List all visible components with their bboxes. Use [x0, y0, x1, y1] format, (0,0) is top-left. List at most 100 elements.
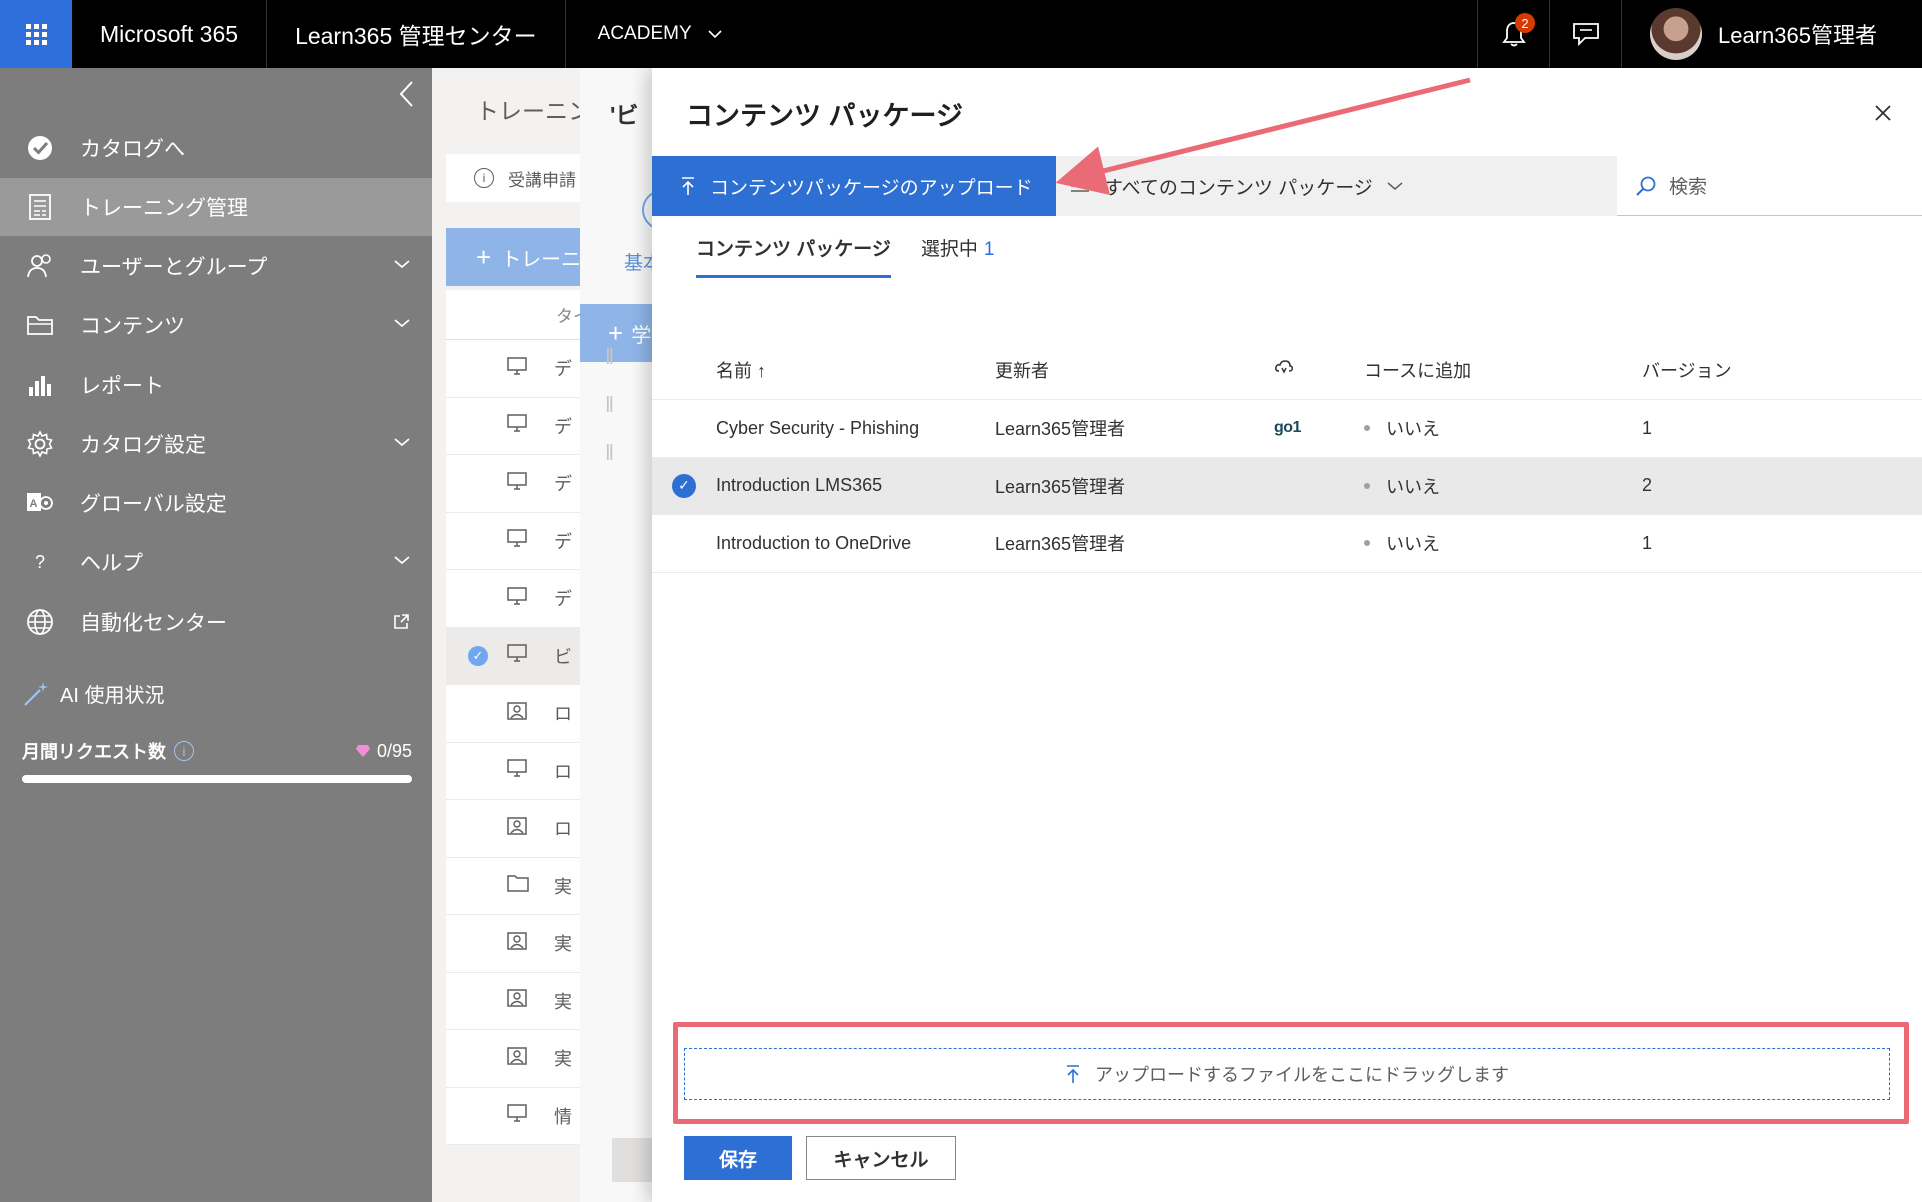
sidebar-item-help[interactable]: ? ヘルプ — [0, 533, 432, 591]
cloud-sync-icon — [1275, 360, 1293, 374]
sidebar-item-label: カタログ設定 — [80, 434, 206, 457]
ai-usage-title: AI 使用状況 — [22, 679, 164, 708]
app-launcher-button[interactable] — [0, 0, 72, 68]
drag-handle-icon[interactable]: ‖ — [605, 344, 614, 370]
chevron-down-icon — [394, 319, 410, 328]
user-menu[interactable]: Learn365管理者 — [1621, 0, 1922, 68]
package-name: Introduction to OneDrive — [716, 532, 912, 553]
sidebar-item-automation-center[interactable]: 自動化センター — [0, 593, 432, 651]
tab-content-packages[interactable]: コンテンツ パッケージ — [696, 234, 891, 278]
upload-button-label: コンテンツパッケージのアップロード — [710, 177, 1033, 199]
sidebar-item-users[interactable]: ユーザーとグループ — [0, 237, 432, 295]
list-item-title: 実 — [554, 934, 572, 955]
sidebar-item-label: レポート — [80, 375, 164, 398]
sidebar-item-label: グローバル設定 — [80, 493, 227, 516]
status-icon — [642, 190, 652, 230]
sidebar-item-training[interactable]: トレーニング管理 — [0, 178, 432, 236]
user-name: Learn365管理者 — [1718, 23, 1877, 48]
search-icon — [1636, 176, 1656, 196]
svg-text:A: A — [30, 498, 38, 510]
global-settings-icon: A — [27, 493, 53, 511]
status-dot-icon — [1364, 425, 1370, 432]
selected-count: 1 — [983, 239, 995, 260]
tab-label: 選択中 — [920, 239, 978, 260]
list-item-title: 実 — [554, 1049, 572, 1070]
document-list-icon — [29, 194, 51, 220]
chevron-down-icon — [394, 438, 410, 447]
close-icon — [1875, 105, 1891, 121]
package-updated-by: Learn365管理者 — [995, 476, 1126, 497]
save-button[interactable]: 保存 — [684, 1136, 792, 1180]
upload-content-package-button[interactable]: コンテンツパッケージのアップロード — [652, 156, 1056, 216]
cancel-button[interactable]: キャンセル — [806, 1136, 956, 1180]
package-added-status: いいえ — [1364, 415, 1440, 441]
table-row[interactable]: Cyber Security - Phishing Learn365管理者 go1 い… — [652, 400, 1922, 458]
dropzone-text: アップロードするファイルをここにドラッグします — [1095, 1065, 1509, 1085]
training-detail-panel: 'ビ 基本 + 学 ‖ ‖ ‖ — [580, 68, 652, 1202]
filter-label: すべてのコンテンツ パッケージ — [1104, 177, 1373, 199]
list-item-title: 情 — [554, 1106, 572, 1127]
sidebar-item-catalog-settings[interactable]: カタログ設定 — [0, 415, 432, 473]
row-selected-check-icon[interactable]: ✓ — [672, 473, 696, 498]
package-version: 2 — [1642, 475, 1653, 496]
table-row[interactable]: ✓ Introduction LMS365 Learn365管理者 いいえ 2 — [652, 457, 1922, 515]
add-module-button[interactable]: + 学 — [580, 304, 652, 362]
tab-label: コンテンツ パッケージ — [696, 239, 891, 260]
notifications-button[interactable]: 2 — [1477, 0, 1549, 68]
tenant-selector[interactable]: ACADEMY — [566, 0, 754, 68]
column-version-header[interactable]: バージョン — [1642, 357, 1732, 383]
column-name-header[interactable]: 名前 ↑ — [716, 357, 766, 383]
monitor-icon — [506, 758, 528, 783]
person-board-icon — [506, 701, 528, 726]
selected-check-icon[interactable]: ✓ — [468, 645, 488, 666]
external-link-icon — [394, 614, 409, 629]
globe-icon — [27, 609, 53, 635]
panel-footer-button[interactable] — [612, 1138, 652, 1182]
feedback-button[interactable] — [1549, 0, 1621, 68]
sidebar-item-catalog[interactable]: カタログへ — [0, 119, 432, 177]
file-drop-zone[interactable]: アップロードするファイルをここにドラッグします — [684, 1048, 1890, 1100]
folder-icon — [27, 316, 53, 335]
status-dot-icon — [1364, 540, 1370, 547]
ai-usage-label: AI 使用状況 — [60, 685, 165, 707]
column-source-header[interactable] — [1274, 359, 1294, 380]
tab-basic[interactable]: 基本 — [624, 248, 652, 275]
package-filter-dropdown[interactable]: すべてのコンテンツ パッケージ — [1070, 156, 1403, 216]
collapse-nav-button[interactable] — [398, 80, 414, 116]
list-item-title: デ — [554, 474, 572, 495]
close-button[interactable] — [1874, 104, 1892, 127]
package-name: Introduction LMS365 — [716, 475, 883, 496]
monthly-requests: 月間リクエスト数 i 0/95 — [22, 738, 412, 764]
center-name[interactable]: Learn365 管理センター — [267, 0, 566, 68]
filter-lines-icon — [1071, 180, 1089, 192]
person-board-icon — [506, 931, 528, 956]
package-added-status: いいえ — [1364, 473, 1440, 499]
plus-icon: + — [476, 241, 492, 272]
drag-handle-icon[interactable]: ‖ — [605, 392, 614, 418]
sidebar-item-label: ユーザーとグループ — [80, 256, 268, 279]
column-added-header[interactable]: コースに追加 — [1364, 357, 1471, 383]
info-icon[interactable]: i — [174, 741, 194, 761]
folder-icon — [506, 873, 530, 898]
command-bar: コンテンツパッケージのアップロード すべてのコンテンツ パッケージ 検索 — [652, 156, 1922, 216]
column-updated-by-header[interactable]: 更新者 — [995, 357, 1049, 383]
sidebar-item-label: カタログへ — [80, 138, 185, 161]
dialog-title: コンテンツ パッケージ — [686, 101, 963, 131]
app-name[interactable]: Microsoft 365 — [72, 0, 268, 68]
drag-handle-icon[interactable]: ‖ — [605, 440, 614, 466]
added-value: いいえ — [1386, 534, 1440, 555]
person-board-icon — [506, 816, 528, 841]
person-board-icon — [506, 988, 528, 1013]
package-version: 1 — [1642, 417, 1653, 438]
table-row[interactable]: Introduction to OneDrive Learn365管理者 いいえ 1 — [652, 515, 1922, 573]
sidebar-item-global-settings[interactable]: A グローバル設定 — [0, 474, 432, 532]
monitor-icon — [506, 356, 528, 381]
search-input[interactable]: 検索 — [1617, 156, 1922, 216]
sidebar-item-content[interactable]: コンテンツ — [0, 296, 432, 354]
tab-selected[interactable]: 選択中 1 — [921, 234, 995, 278]
monitor-icon — [506, 471, 528, 496]
magic-wand-icon — [24, 681, 48, 706]
sidebar-item-reports[interactable]: レポート — [0, 356, 432, 414]
sidebar-item-label: ヘルプ — [80, 552, 143, 575]
upload-icon — [1067, 1065, 1079, 1083]
